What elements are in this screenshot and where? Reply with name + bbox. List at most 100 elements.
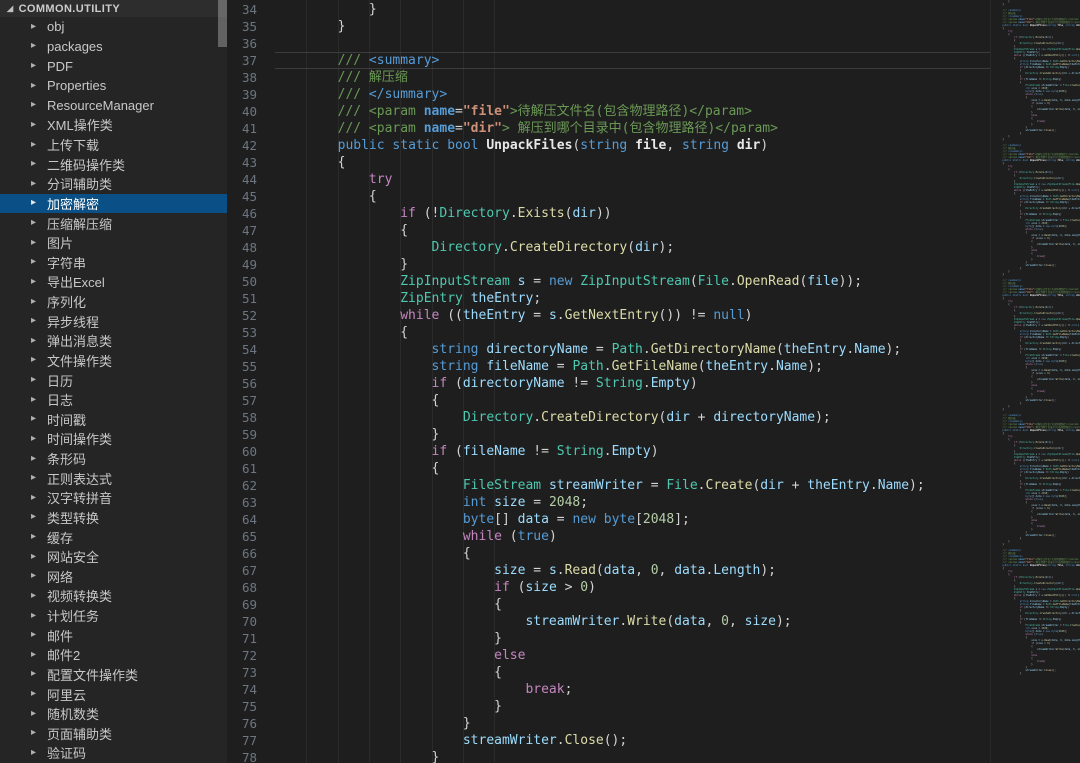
code-line[interactable]: } <box>275 256 990 273</box>
sidebar-item[interactable]: ▸加密解密 <box>0 194 227 214</box>
chevron-right-icon: ▸ <box>31 709 40 719</box>
folder-label: 日历 <box>47 371 73 390</box>
code-line[interactable]: string fileName = Path.GetFileName(theEn… <box>275 358 990 375</box>
sidebar-item[interactable]: ▸导出Excel <box>0 272 227 292</box>
sidebar-item[interactable]: ▸packages <box>0 37 227 57</box>
sidebar-item[interactable]: ▸字符串 <box>0 253 227 273</box>
sidebar-item[interactable]: ▸弹出消息类 <box>0 331 227 351</box>
sidebar-item[interactable]: ▸验证码 <box>0 743 227 763</box>
chevron-right-icon: ▸ <box>31 61 40 71</box>
sidebar-item[interactable]: ▸压缩解压缩 <box>0 213 227 233</box>
sidebar-item[interactable]: ▸邮件2 <box>0 645 227 665</box>
chevron-right-icon: ▸ <box>31 198 40 208</box>
sidebar-item[interactable]: ▸分词辅助类 <box>0 174 227 194</box>
code-line[interactable]: ZipInputStream s = new ZipInputStream(Fi… <box>275 273 990 290</box>
sidebar-item[interactable]: ▸二维码操作类 <box>0 154 227 174</box>
code-line[interactable]: public static bool UnpackFiles(string fi… <box>275 137 990 154</box>
code-line[interactable]: Directory.CreateDirectory(dir + director… <box>275 409 990 426</box>
code-line[interactable]: if (size > 0) <box>275 579 990 596</box>
code-line[interactable]: { <box>275 324 990 341</box>
sidebar-item[interactable]: ▸日历 <box>0 370 227 390</box>
sidebar-item[interactable]: ▸时间操作类 <box>0 429 227 449</box>
sidebar-item[interactable]: ▸Properties <box>0 76 227 96</box>
line-number: 48 <box>227 239 269 256</box>
code-line[interactable]: } <box>275 1 990 18</box>
sidebar-item[interactable]: ▸缓存 <box>0 527 227 547</box>
sidebar-item[interactable]: ▸阿里云 <box>0 684 227 704</box>
sidebar-scrollbar-thumb[interactable] <box>218 0 227 47</box>
code-line[interactable]: FileStream streamWriter = File.Create(di… <box>275 477 990 494</box>
code-line[interactable]: { <box>275 188 990 205</box>
code-line[interactable] <box>275 35 990 52</box>
code-line[interactable]: { <box>275 222 990 239</box>
sidebar-item[interactable]: ▸图片 <box>0 233 227 253</box>
sidebar-item[interactable]: ▸视频转换类 <box>0 586 227 606</box>
code-line[interactable]: byte[] data = new byte[2048]; <box>275 511 990 528</box>
code-line[interactable]: if (directoryName != String.Empty) <box>275 375 990 392</box>
code-line[interactable]: break; <box>275 681 990 698</box>
code-line[interactable]: /// </summary> <box>275 86 990 103</box>
code-line[interactable]: try <box>275 171 990 188</box>
sidebar-item[interactable]: ▸obj <box>0 17 227 37</box>
sidebar-item[interactable]: ▸网络 <box>0 567 227 587</box>
sidebar-item[interactable]: ▸计划任务 <box>0 606 227 626</box>
sidebar-item[interactable]: ▸随机数类 <box>0 704 227 724</box>
sidebar-item[interactable]: ▸正则表达式 <box>0 468 227 488</box>
folder-label: 正则表达式 <box>47 469 112 488</box>
folder-label: 时间操作类 <box>47 429 112 448</box>
code-line[interactable]: ZipEntry theEntry; <box>275 290 990 307</box>
code-line[interactable]: Directory.CreateDirectory(dir); <box>275 239 990 256</box>
sidebar-item[interactable]: ▸日志 <box>0 390 227 410</box>
code-line[interactable]: /// <param name="dir"> 解压到哪个目录中(包含物理路径)<… <box>275 120 990 137</box>
sidebar-item[interactable]: ▸条形码 <box>0 449 227 469</box>
code-line[interactable]: size = s.Read(data, 0, data.Length); <box>275 562 990 579</box>
sidebar-item[interactable]: ▸网站安全 <box>0 547 227 567</box>
sidebar-item[interactable]: ▸汉字转拼音 <box>0 488 227 508</box>
code-line[interactable]: string directoryName = Path.GetDirectory… <box>275 341 990 358</box>
code-line[interactable]: int size = 2048; <box>275 494 990 511</box>
code-line[interactable]: } <box>275 426 990 443</box>
code-line[interactable]: { <box>275 596 990 613</box>
chevron-right-icon: ▸ <box>31 611 40 621</box>
sidebar-item[interactable]: ▸页面辅助类 <box>0 724 227 744</box>
sidebar-item[interactable]: ▸异步线程 <box>0 311 227 331</box>
line-number: 38 <box>227 69 269 86</box>
sidebar-item[interactable]: ▸邮件 <box>0 625 227 645</box>
code-line[interactable]: { <box>275 154 990 171</box>
code-line[interactable]: while ((theEntry = s.GetNextEntry()) != … <box>275 307 990 324</box>
code-line[interactable]: /// <summary> <box>275 52 990 69</box>
code-line[interactable]: } <box>275 749 990 763</box>
minimap[interactable]: } } /// <summary> /// 解压缩 /// </summary>… <box>990 0 1080 763</box>
sidebar-item[interactable]: ▸类型转换 <box>0 508 227 528</box>
explorer-section-header[interactable]: ◢ COMMON.UTILITY <box>0 0 227 17</box>
chevron-right-icon: ▸ <box>31 669 40 679</box>
sidebar-item[interactable]: ▸配置文件操作类 <box>0 665 227 685</box>
code-line[interactable]: if (!Directory.Exists(dir)) <box>275 205 990 222</box>
code-line[interactable]: else <box>275 647 990 664</box>
code-line[interactable]: /// <param name="file">待解压文件名(包含物理路径)</p… <box>275 103 990 120</box>
code-line[interactable]: if (fileName != String.Empty) <box>275 443 990 460</box>
sidebar-item[interactable]: ▸上传下载 <box>0 135 227 155</box>
folder-label: 压缩解压缩 <box>47 214 112 233</box>
code-line[interactable]: { <box>275 545 990 562</box>
line-number-gutter[interactable]: 3435363738394041424344454647484950515253… <box>227 0 269 763</box>
code-line[interactable]: } <box>275 715 990 732</box>
code-line[interactable]: /// 解压缩 <box>275 69 990 86</box>
code-area[interactable]: } } /// <summary> /// 解压缩 /// </summary>… <box>269 0 990 763</box>
code-line[interactable]: streamWriter.Write(data, 0, size); <box>275 613 990 630</box>
code-line[interactable]: while (true) <box>275 528 990 545</box>
sidebar-item[interactable]: ▸时间戳 <box>0 410 227 430</box>
sidebar-item[interactable]: ▸文件操作类 <box>0 351 227 371</box>
code-line[interactable]: } <box>275 630 990 647</box>
sidebar-item[interactable]: ▸XML操作类 <box>0 115 227 135</box>
sidebar-item[interactable]: ▸序列化 <box>0 292 227 312</box>
chevron-right-icon: ▸ <box>31 591 40 601</box>
sidebar-item[interactable]: ▸PDF <box>0 56 227 76</box>
code-line[interactable]: streamWriter.Close(); <box>275 732 990 749</box>
code-line[interactable]: } <box>275 18 990 35</box>
code-line[interactable]: { <box>275 460 990 477</box>
code-line[interactable]: } <box>275 698 990 715</box>
sidebar-item[interactable]: ▸ResourceManager <box>0 96 227 116</box>
code-line[interactable]: { <box>275 392 990 409</box>
code-line[interactable]: { <box>275 664 990 681</box>
